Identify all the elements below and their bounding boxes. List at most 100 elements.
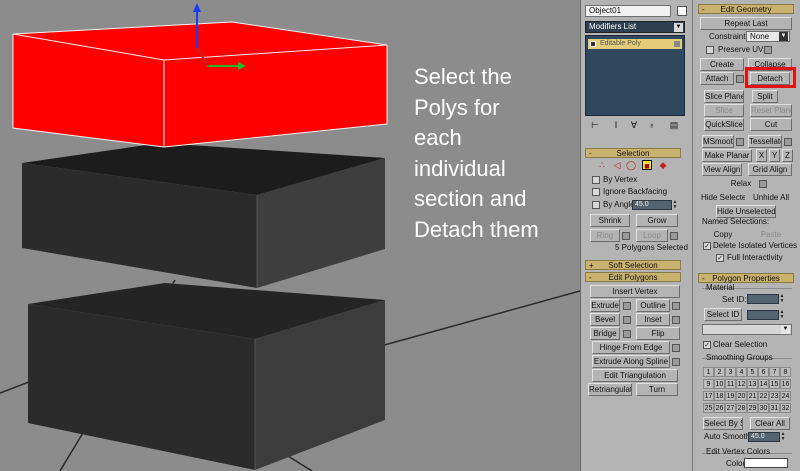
smoothing-group-button[interactable]: 9 xyxy=(703,379,714,389)
edit-polygons-rollout-header[interactable]: - Edit Polygons xyxy=(585,272,681,282)
extrude-button[interactable]: Extrude xyxy=(590,299,620,312)
smoothing-group-button[interactable]: 25 xyxy=(703,403,714,413)
full-interactivity-checkbox[interactable]: ✓ xyxy=(716,254,724,262)
make-unique-icon[interactable]: ∀ xyxy=(629,120,639,130)
set-id-spinner[interactable]: ▲ ▼ xyxy=(747,294,784,304)
make-planar-button[interactable]: Make Planar xyxy=(702,149,752,162)
smoothing-group-button[interactable]: 1 xyxy=(703,367,714,377)
inset-settings-icon[interactable] xyxy=(672,316,680,324)
stack-item-editable-poly[interactable]: Editable Poly xyxy=(588,39,682,49)
edge-level-icon[interactable]: ◁ xyxy=(612,160,622,170)
delete-isolated-checkbox[interactable]: ✓ xyxy=(703,242,711,250)
tessellate-settings-icon[interactable] xyxy=(784,138,792,146)
quickslice-button[interactable]: QuickSlice xyxy=(704,118,744,131)
object-color-swatch[interactable] xyxy=(677,6,687,16)
clear-all-button[interactable]: Clear All xyxy=(750,417,790,430)
smoothing-group-button[interactable]: 22 xyxy=(758,391,769,401)
spinner-arrows-icon[interactable]: ▲ ▼ xyxy=(779,294,785,304)
smoothing-group-button[interactable]: 7 xyxy=(769,367,780,377)
hinge-from-edge-button[interactable]: Hinge From Edge xyxy=(592,341,670,354)
smoothing-group-button[interactable]: 24 xyxy=(780,391,791,401)
hide-selected-button[interactable]: Hide Selected xyxy=(700,191,746,204)
perspective-viewport[interactable]: Select the Polys for each individual sec… xyxy=(0,0,580,471)
paste-button[interactable]: Paste xyxy=(750,228,792,241)
ignore-backfacing-checkbox[interactable] xyxy=(592,188,600,196)
inset-button[interactable]: Inset xyxy=(636,313,670,326)
smoothing-group-button[interactable]: 27 xyxy=(725,403,736,413)
bottom-box[interactable] xyxy=(28,283,385,470)
smoothing-group-button[interactable]: 29 xyxy=(747,403,758,413)
auto-smooth-label[interactable]: Auto Smooth xyxy=(704,432,750,442)
copy-button[interactable]: Copy xyxy=(702,228,744,241)
vertex-level-icon[interactable]: ∴ xyxy=(597,160,607,170)
relax-button[interactable]: Relax xyxy=(726,177,756,190)
extrude-along-spline-settings-icon[interactable] xyxy=(672,358,680,366)
border-level-icon[interactable]: ◯ xyxy=(626,160,636,170)
split-checkbox[interactable]: Split xyxy=(752,90,778,103)
make-planar-z-button[interactable]: Z xyxy=(782,149,793,162)
loop-spinner-icon[interactable] xyxy=(670,232,678,240)
smoothing-group-button[interactable]: 17 xyxy=(703,391,714,401)
spinner-arrows-icon[interactable]: ▲ ▼ xyxy=(672,200,678,210)
bridge-settings-icon[interactable] xyxy=(623,330,631,338)
shrink-button[interactable]: Shrink xyxy=(590,214,630,227)
view-align-button[interactable]: View Align xyxy=(702,163,742,176)
smoothing-group-button[interactable]: 23 xyxy=(769,391,780,401)
smoothing-group-button[interactable]: 31 xyxy=(769,403,780,413)
create-button[interactable]: Create xyxy=(700,58,744,71)
smoothing-group-button[interactable]: 12 xyxy=(736,379,747,389)
light-bulb-icon[interactable] xyxy=(674,41,680,47)
smoothing-group-button[interactable]: 5 xyxy=(747,367,758,377)
smoothing-group-button[interactable]: 15 xyxy=(769,379,780,389)
smoothing-group-button[interactable]: 13 xyxy=(747,379,758,389)
smoothing-group-button[interactable]: 32 xyxy=(780,403,791,413)
outline-button[interactable]: Outline xyxy=(636,299,670,312)
smoothing-group-button[interactable]: 2 xyxy=(714,367,725,377)
extrude-along-spline-button[interactable]: Extrude Along Spline xyxy=(592,355,670,368)
make-planar-x-button[interactable]: X xyxy=(756,149,767,162)
auto-smooth-spinner[interactable]: 45.0 ▲ ▼ xyxy=(748,432,785,442)
repeat-last-button[interactable]: Repeat Last xyxy=(700,17,792,30)
spinner-arrows-icon[interactable]: ▲ ▼ xyxy=(779,310,785,320)
smoothing-group-button[interactable]: 20 xyxy=(736,391,747,401)
material-name-dropdown[interactable]: ▼ xyxy=(702,324,792,335)
bevel-settings-icon[interactable] xyxy=(623,316,631,324)
smoothing-group-button[interactable]: 21 xyxy=(747,391,758,401)
by-angle-checkbox[interactable] xyxy=(592,201,600,209)
middle-box[interactable] xyxy=(22,143,385,288)
polygon-properties-rollout-header[interactable]: - Polygon Properties xyxy=(698,273,794,283)
unhide-all-button[interactable]: Unhide All xyxy=(750,191,792,204)
configure-sets-icon[interactable]: ▤ xyxy=(669,120,679,130)
selected-top-box[interactable] xyxy=(12,21,388,148)
flip-button[interactable]: Flip xyxy=(636,327,680,340)
smoothing-group-button[interactable]: 16 xyxy=(780,379,791,389)
relax-settings-icon[interactable] xyxy=(759,180,767,188)
expand-icon[interactable] xyxy=(590,41,596,47)
smoothing-group-button[interactable]: 28 xyxy=(736,403,747,413)
insert-vertex-button[interactable]: Insert Vertex xyxy=(590,285,680,298)
remove-modifier-icon[interactable]: ♁ xyxy=(647,120,657,130)
msmooth-settings-icon[interactable] xyxy=(736,138,744,146)
select-id-spinner[interactable]: ▲ ▼ xyxy=(747,310,784,320)
smoothing-group-button[interactable]: 8 xyxy=(780,367,791,377)
smoothing-group-button[interactable]: 30 xyxy=(758,403,769,413)
polygon-level-icon[interactable]: ■ xyxy=(642,160,652,171)
by-vertex-checkbox[interactable] xyxy=(592,176,600,184)
smoothing-group-button[interactable]: 18 xyxy=(714,391,725,401)
preserve-uvs-settings-icon[interactable] xyxy=(764,46,772,54)
bridge-button[interactable]: Bridge xyxy=(590,327,620,340)
bevel-button[interactable]: Bevel xyxy=(590,313,620,326)
outline-settings-icon[interactable] xyxy=(672,302,680,310)
smoothing-group-button[interactable]: 14 xyxy=(758,379,769,389)
modifier-stack[interactable]: Editable Poly xyxy=(585,35,685,116)
retriangulate-button[interactable]: Retriangulate xyxy=(588,383,632,396)
edit-geometry-rollout-header[interactable]: - Edit Geometry xyxy=(698,4,794,14)
spinner-arrows-icon[interactable]: ▲ ▼ xyxy=(780,432,786,442)
ring-button[interactable]: Ring xyxy=(590,229,620,242)
make-planar-y-button[interactable]: Y xyxy=(769,149,780,162)
turn-button[interactable]: Turn xyxy=(636,383,678,396)
attach-list-icon[interactable] xyxy=(736,75,744,83)
smoothing-group-button[interactable]: 3 xyxy=(725,367,736,377)
loop-button[interactable]: Loop xyxy=(636,229,668,242)
clear-selection-checkbox[interactable]: ✓ xyxy=(703,341,711,349)
